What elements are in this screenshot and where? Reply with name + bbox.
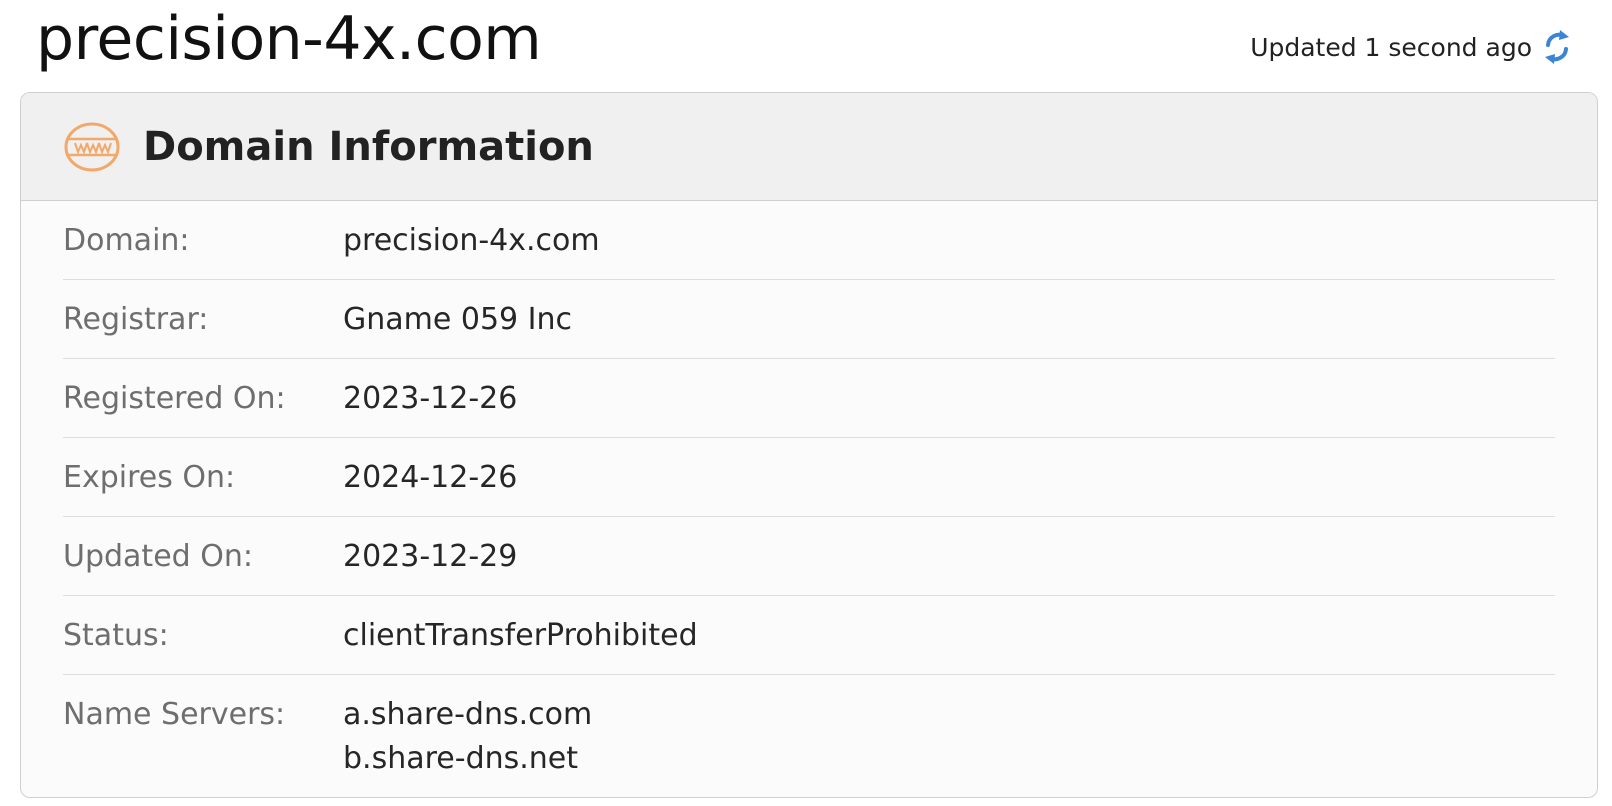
row-value: precision-4x.com xyxy=(343,223,600,258)
info-rows: Domain: precision-4x.com Registrar: Gnam… xyxy=(21,201,1597,785)
row-label: Domain: xyxy=(63,223,190,258)
card-header: Domain Information xyxy=(21,93,1597,201)
row-value: Gname 059 Inc xyxy=(343,302,573,337)
row-registered-on: Registered On: 2023-12-26 xyxy=(63,359,1555,438)
card-title: Domain Information xyxy=(143,123,594,170)
row-value: 2023-12-29 xyxy=(343,539,518,574)
updated-text: Updated 1 second ago xyxy=(1250,32,1532,62)
row-name-servers: Name Servers: a.share-dns.com b.share-dn… xyxy=(63,675,1555,785)
row-value: clientTransferProhibited xyxy=(343,618,698,653)
name-server: b.share-dns.net xyxy=(343,741,579,776)
row-value: 2024-12-26 xyxy=(343,460,518,495)
row-registrar: Registrar: Gname 059 Inc xyxy=(63,280,1555,359)
row-label: Registered On: xyxy=(63,381,286,416)
row-value: 2023-12-26 xyxy=(343,381,518,416)
row-label: Expires On: xyxy=(63,460,236,495)
row-updated-on: Updated On: 2023-12-29 xyxy=(63,517,1555,596)
row-status: Status: clientTransferProhibited xyxy=(63,596,1555,675)
update-status: Updated 1 second ago xyxy=(1250,28,1572,66)
row-domain: Domain: precision-4x.com xyxy=(63,201,1555,280)
www-icon xyxy=(64,122,120,171)
page-title: precision-4x.com xyxy=(36,4,542,74)
row-label: Status: xyxy=(63,618,169,653)
name-server: a.share-dns.com xyxy=(343,697,593,732)
refresh-icon[interactable] xyxy=(1542,28,1572,66)
row-label: Registrar: xyxy=(63,302,209,337)
domain-info-card: Domain Information Domain: precision-4x.… xyxy=(20,92,1598,798)
row-label: Name Servers: xyxy=(63,697,286,732)
row-label: Updated On: xyxy=(63,539,253,574)
row-expires-on: Expires On: 2024-12-26 xyxy=(63,438,1555,517)
name-server-list: a.share-dns.com b.share-dns.net xyxy=(343,693,592,785)
